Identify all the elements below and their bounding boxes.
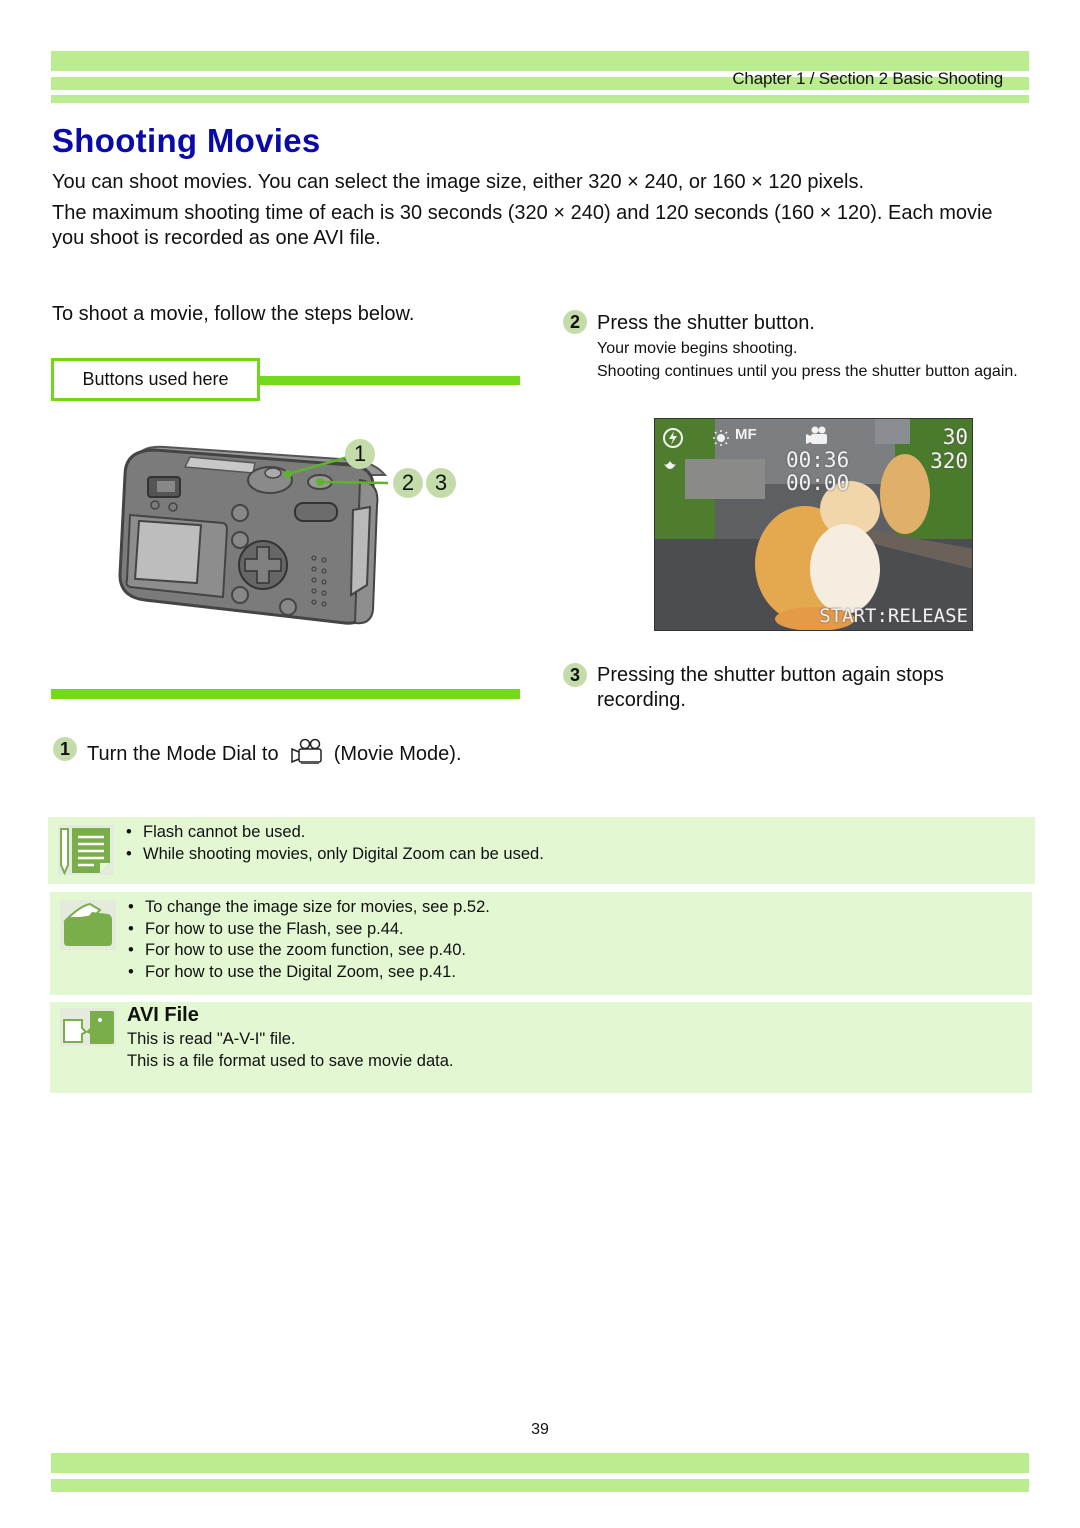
reference-item: For how to use the zoom function, see p.…	[128, 940, 490, 962]
step-2-heading: Press the shutter button.	[597, 312, 815, 334]
step-1-text-before: Turn the Mode Dial to	[87, 743, 279, 765]
footer-bar-2	[51, 1479, 1029, 1492]
reference-note: To change the image size for movies, see…	[50, 892, 1032, 995]
caution-item: While shooting movies, only Digital Zoom…	[126, 844, 544, 866]
step-3-heading: Pressing the shutter button again stops …	[597, 664, 944, 711]
section-divider-bottom	[51, 689, 520, 699]
macro-icon	[664, 461, 676, 469]
white-balance-icon	[713, 430, 729, 446]
footer-bar-1	[51, 1453, 1029, 1473]
step-1-text: Turn the Mode Dial to (Movie Mode).	[87, 738, 462, 767]
step-1-badge: 1	[53, 737, 77, 761]
chapter-breadcrumb: Chapter 1 / Section 2 Basic Shooting	[732, 69, 1003, 88]
callout-3: 3	[426, 468, 456, 498]
start-release-prompt: START:RELEASE	[819, 605, 968, 627]
caution-list: Flash cannot be used. While shooting mov…	[126, 822, 544, 865]
step-2-sub-1: Your movie begins shooting.	[597, 340, 798, 357]
memo-pencil-icon	[58, 825, 114, 875]
callout-2: 2	[393, 468, 423, 498]
camera-illustration	[118, 445, 389, 625]
lcd-screenshot: MF 00:36 00:00 30 320 START:RELEASE	[654, 418, 973, 631]
step-1-text-after: (Movie Mode).	[333, 743, 462, 765]
flash-off-icon	[663, 428, 683, 448]
step-3-badge: 3	[563, 663, 587, 687]
step-2-badge: 2	[563, 310, 587, 334]
page-number: 39	[531, 1421, 549, 1438]
frame-rate: 30	[942, 425, 968, 449]
buttons-used-label: Buttons used here	[51, 358, 260, 401]
caution-note: Flash cannot be used. While shooting mov…	[48, 817, 1035, 884]
reference-list: To change the image size for movies, see…	[128, 897, 490, 983]
remaining-time: 00:00	[786, 471, 850, 495]
movie-mode-indicator-icon	[806, 426, 827, 444]
callout-1: 1	[345, 439, 375, 469]
term-line-1: This is read "A-V-I" file.	[127, 1030, 296, 1048]
image-size: 320	[930, 449, 968, 473]
page-title: Shooting Movies	[52, 122, 321, 159]
reference-item: To change the image size for movies, see…	[128, 897, 490, 919]
step-2-sub-2: Shooting continues until you press the s…	[597, 363, 1018, 380]
focus-mode-indicator: MF	[735, 426, 757, 443]
intro-paragraph-2: The maximum shooting time of each is 30 …	[52, 202, 993, 249]
speech-bubble-icon	[60, 1008, 116, 1046]
term-note: AVI File This is read "A-V-I" file. This…	[50, 1002, 1032, 1093]
header-bar-3	[51, 95, 1029, 103]
reference-item: For how to use the Digital Zoom, see p.4…	[128, 962, 490, 984]
movie-mode-icon	[291, 738, 322, 765]
folder-icon	[60, 900, 116, 950]
header-bar-1	[51, 51, 1029, 71]
term-line-2: This is a file format used to save movie…	[127, 1052, 454, 1070]
caution-item: Flash cannot be used.	[126, 822, 544, 844]
term-title: AVI File	[127, 1004, 199, 1026]
elapsed-time: 00:36	[786, 448, 850, 472]
intro-paragraph-1: You can shoot movies. You can select the…	[52, 171, 865, 193]
section-divider-top	[260, 376, 520, 385]
reference-item: For how to use the Flash, see p.44.	[128, 919, 490, 941]
steps-intro: To shoot a movie, follow the steps below…	[52, 303, 415, 325]
